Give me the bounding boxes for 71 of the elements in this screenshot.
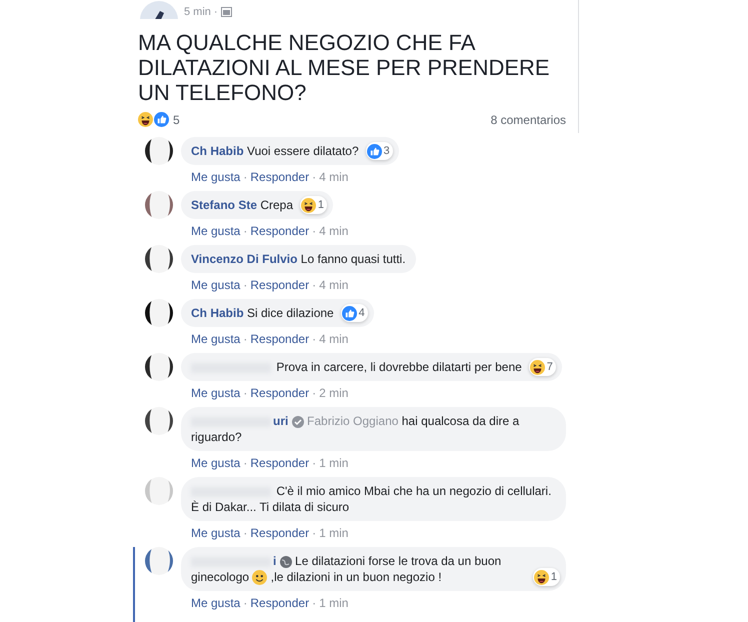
like-icon bbox=[366, 144, 382, 158]
avatar[interactable] bbox=[145, 137, 173, 165]
like-icon bbox=[154, 112, 169, 127]
action-link[interactable]: Me gusta bbox=[191, 331, 240, 347]
separator: · bbox=[243, 385, 248, 401]
separator: · bbox=[243, 277, 248, 293]
comment-text: uri Fabrizio Oggiano hai qualcosa da dire a riguardo? bbox=[191, 414, 520, 444]
action-link[interactable]: Responder bbox=[250, 223, 310, 239]
separator: · bbox=[312, 277, 316, 293]
commenter-name[interactable]: Ch Habib bbox=[191, 144, 244, 158]
comment-text: C'è il mio amico Mbai che ha un negozio di cellulari. È di Dakar... Ti dilata di sicuro bbox=[191, 484, 552, 514]
reaction-badge[interactable]: 1 bbox=[300, 196, 328, 214]
commenter-name[interactable]: i bbox=[273, 554, 276, 568]
separator: · bbox=[312, 595, 316, 612]
action-link[interactable]: Responder bbox=[250, 331, 310, 347]
globe-icon bbox=[280, 556, 292, 568]
comment-text: i Le dilatazioni forse le trova da un buon ginecologo ,le dilazioni in un buon negozio ! bbox=[191, 554, 502, 584]
commenter-name[interactable]: Ch Habib bbox=[191, 306, 244, 320]
laughing-face-icon bbox=[138, 112, 153, 127]
separator: · bbox=[312, 385, 316, 401]
action-link[interactable]: Responder bbox=[250, 385, 310, 401]
reaction-badge[interactable]: 1 bbox=[532, 568, 560, 586]
action-link[interactable]: Me gusta bbox=[191, 595, 240, 612]
reaction-badge[interactable]: 7 bbox=[528, 358, 556, 376]
separator: · bbox=[243, 331, 248, 347]
comment-text: Stefano Ste Crepa bbox=[191, 198, 294, 212]
comment-text: Ch Habib Si dice dilazione bbox=[191, 306, 334, 320]
laughing-face-icon bbox=[534, 570, 549, 585]
reaction-count[interactable]: 5 bbox=[173, 112, 180, 126]
action-link[interactable]: Me gusta bbox=[191, 455, 240, 471]
commenter-name[interactable]: Stefano Ste bbox=[191, 198, 258, 212]
laughing-face-icon bbox=[530, 360, 545, 374]
separator: · bbox=[312, 331, 316, 347]
audience-icon bbox=[220, 7, 232, 17]
action-link[interactable]: Responder bbox=[250, 169, 310, 185]
action-link[interactable]: Me gusta bbox=[191, 525, 240, 541]
separator: · bbox=[312, 169, 316, 185]
action-link[interactable]: Me gusta bbox=[191, 385, 240, 401]
avatar[interactable] bbox=[145, 353, 173, 381]
avatar[interactable] bbox=[145, 407, 173, 435]
separator: · bbox=[243, 455, 248, 471]
action-link[interactable]: Responder bbox=[250, 455, 310, 471]
commenter-name[interactable]: Vincenzo Di Fulvio bbox=[191, 252, 298, 266]
separator: · bbox=[312, 223, 316, 239]
action-link[interactable]: Me gusta bbox=[191, 169, 240, 185]
separator: · bbox=[243, 223, 248, 239]
separator: · bbox=[243, 595, 248, 612]
check-icon bbox=[292, 416, 304, 428]
separator: · bbox=[214, 6, 218, 18]
reaction-badge[interactable]: 4 bbox=[340, 304, 368, 322]
action-link[interactable]: Responder bbox=[250, 525, 310, 541]
reaction-badge[interactable]: 3 bbox=[366, 142, 393, 160]
action-link[interactable]: Me gusta bbox=[191, 223, 240, 239]
separator: · bbox=[312, 525, 316, 541]
smiling-face-icon bbox=[252, 570, 268, 586]
laughing-face-icon bbox=[300, 198, 316, 212]
commenter-name[interactable]: uri bbox=[273, 414, 288, 428]
action-link[interactable]: Responder bbox=[250, 595, 310, 612]
comment-text: Prova in carcere, li dovrebbe dilatarti per bene bbox=[191, 360, 522, 374]
action-link[interactable]: Responder bbox=[250, 277, 310, 293]
separator: · bbox=[243, 525, 248, 541]
like-icon bbox=[342, 306, 357, 320]
separator: · bbox=[243, 169, 248, 185]
comment-count[interactable]: 8 comentarios bbox=[490, 112, 566, 126]
post-text: MA QUALCHE NEGOZIO CHE FA DILATAZIONI AL MESE PER PRENDERE UN TELEFONO? bbox=[138, 30, 551, 105]
avatar[interactable] bbox=[145, 245, 173, 273]
action-link[interactable]: Me gusta bbox=[191, 277, 240, 293]
comment-text: Ch Habib Vuoi essere dilatato? bbox=[191, 144, 359, 158]
separator: · bbox=[312, 455, 316, 471]
avatar[interactable] bbox=[145, 299, 173, 327]
comment-text: Vincenzo Di Fulvio Lo fanno quasi tutti. bbox=[191, 252, 406, 266]
